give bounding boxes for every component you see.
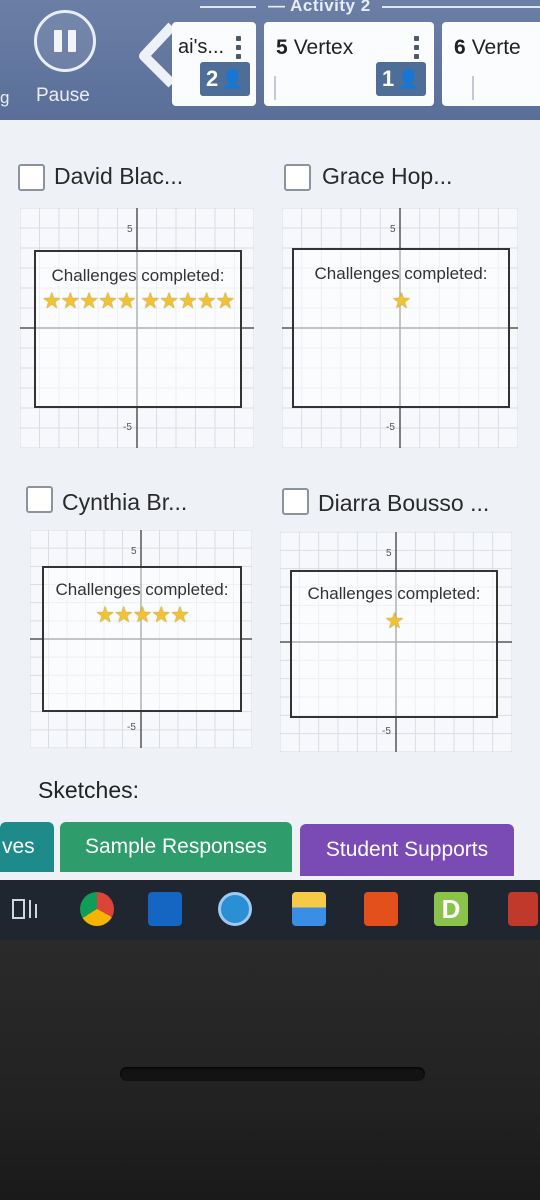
screen-share-icon[interactable] — [218, 892, 252, 926]
star-rating: ★ — [391, 288, 412, 313]
card-title: Verte — [471, 36, 521, 59]
activity-divider-left — [200, 6, 256, 8]
sketches-heading: Sketches: — [38, 777, 139, 803]
student-count-badge: 1 👤 — [376, 62, 426, 96]
chrome-icon[interactable] — [80, 892, 114, 926]
axis-tick-label: -5 — [386, 422, 395, 433]
challenges-label: Challenges completed: — [51, 266, 225, 285]
challenges-label: Challenges completed: — [55, 580, 229, 599]
outlook-icon[interactable] — [148, 892, 182, 926]
activity-divider-right — [382, 6, 540, 8]
challenges-overlay: Challenges completed: ★ — [292, 248, 510, 408]
challenges-overlay: Challenges completed: ★★★★★ ★★★★★ — [34, 250, 242, 408]
axis-tick-label: -5 — [123, 422, 132, 433]
tab-student-supports[interactable]: Student Supports — [300, 824, 514, 876]
more-options-icon[interactable] — [414, 36, 420, 63]
person-icon: 👤 — [221, 68, 244, 89]
card-title: Vertex — [293, 36, 354, 59]
task-view-icon[interactable] — [8, 892, 42, 926]
activity-header: — Activity 2 Pause g ai's... 2 👤 5 Vertex … — [0, 0, 540, 120]
star-rating: ★★★★★ — [95, 602, 190, 627]
graph-thumbnail — [274, 76, 334, 100]
pause-icon — [54, 30, 62, 52]
office-icon[interactable] — [364, 892, 398, 926]
person-icon: 👤 — [397, 68, 420, 89]
cut-off-text: g — [0, 88, 10, 107]
student-checkbox[interactable] — [284, 164, 311, 191]
axis-tick-label: 5 — [127, 224, 133, 235]
axis-tick-label: 5 — [131, 546, 137, 557]
snip-tool-icon[interactable] — [508, 892, 538, 926]
student-name: Diarra Bousso ... — [318, 490, 490, 516]
more-options-icon[interactable] — [236, 36, 242, 63]
graph-thumbnail — [472, 76, 532, 100]
star-rating: ★★★★★ ★★★★★ — [41, 288, 235, 313]
student-name: Cynthia Br... — [62, 489, 188, 515]
file-explorer-icon[interactable] — [292, 892, 326, 926]
windows-taskbar: D — [0, 880, 540, 940]
student-checkbox[interactable] — [26, 486, 53, 513]
card-title: ai's — [178, 36, 208, 58]
axis-tick-label: -5 — [127, 722, 136, 733]
pause-label: Pause — [36, 85, 90, 106]
screen-card-previous[interactable]: ai's... 2 👤 — [172, 22, 256, 106]
star-rating: ★ — [384, 608, 405, 633]
tab-sample-responses[interactable]: Sample Responses — [60, 822, 292, 872]
card-number: 5 — [276, 36, 288, 59]
tab-moves[interactable]: ves — [0, 822, 54, 872]
pause-button[interactable] — [34, 10, 96, 72]
challenges-overlay: Challenges completed: ★ — [290, 570, 498, 718]
challenges-label: Challenges completed: — [314, 264, 488, 283]
activity-label: — Activity 2 — [268, 0, 371, 15]
card-number: 6 — [454, 36, 466, 59]
challenges-overlay: Challenges completed: ★★★★★ — [42, 566, 242, 712]
student-name: David Blac... — [54, 163, 184, 189]
student-checkbox[interactable] — [18, 164, 45, 191]
student-responses-area: David Blac... 5 -5 Challenges completed: … — [0, 120, 540, 885]
axis-tick-label: 5 — [386, 548, 392, 559]
screen-card-5[interactable]: 5 Vertex 1 👤 — [264, 22, 434, 106]
student-count-badge: 2 👤 — [200, 62, 250, 96]
challenges-label: Challenges completed: — [307, 584, 481, 603]
student-name: Grace Hop... — [322, 163, 453, 189]
axis-tick-label: 5 — [390, 224, 396, 235]
desmos-icon[interactable]: D — [434, 892, 468, 926]
student-checkbox[interactable] — [282, 488, 309, 515]
axis-tick-label: -5 — [382, 726, 391, 737]
screen-card-6[interactable]: 6 Verte — [442, 22, 540, 106]
laptop-hinge — [120, 1067, 425, 1081]
